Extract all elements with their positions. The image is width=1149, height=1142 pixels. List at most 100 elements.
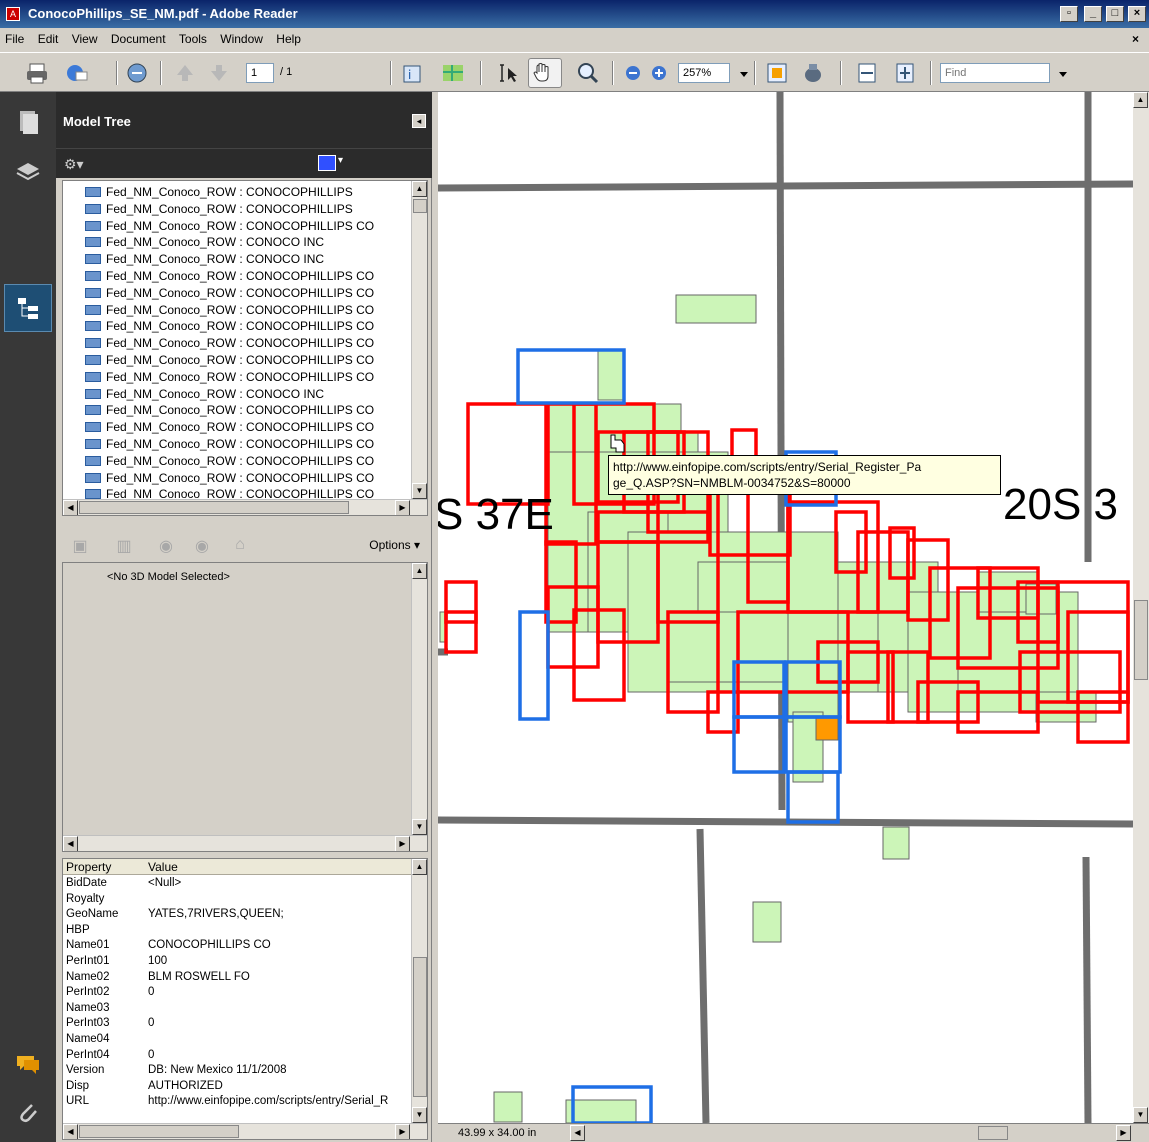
model-horizontal-scrollbar[interactable]: ◀ ▶ [63,835,427,851]
canvas-vertical-scrollbar[interactable]: ▲ ▼ [1133,92,1149,1123]
scroll-down-icon[interactable]: ▼ [412,1107,427,1123]
lease-parcel-highlight[interactable] [815,717,839,741]
menu-window[interactable]: Window [215,28,268,50]
property-column-header[interactable]: Property [66,860,111,874]
road-line[interactable] [438,816,1133,828]
scroll-down-icon[interactable]: ▼ [412,819,427,835]
road-line[interactable] [776,92,786,811]
close-button[interactable]: × [1128,6,1146,22]
tree-item[interactable]: Fed_NM_Conoco_ROW : CONOCOPHILLIPS CO [85,370,374,386]
tree-item[interactable]: Fed_NM_Conoco_ROW : CONOCOPHILLIPS CO [85,269,374,285]
tree-item[interactable]: Fed_NM_Conoco_ROW : CONOCOPHILLIPS CO [85,403,374,419]
zoom-level-input[interactable] [678,63,730,83]
scroll-thumb[interactable] [413,199,427,213]
lease-parcel[interactable] [752,901,782,943]
tree-item[interactable]: Fed_NM_Conoco_ROW : CONOCOPHILLIPS CO [85,471,374,487]
menu-view[interactable]: View [67,28,103,50]
road-line[interactable] [438,180,1133,192]
tree-item[interactable]: Fed_NM_Conoco_ROW : CONOCOPHILLIPS [85,202,353,218]
email-icon[interactable] [64,60,90,86]
lease-parcel[interactable] [597,349,626,401]
find-dropdown-icon[interactable] [1050,60,1067,86]
select-tool-icon[interactable] [494,60,520,86]
scroll-left-icon[interactable]: ◀ [63,836,78,851]
map-drawing[interactable]: S 37E 20S 3 [438,92,1133,1123]
scroll-right-icon[interactable]: ▶ [1116,1125,1131,1141]
lease-parcel[interactable] [565,1099,637,1123]
scroll-thumb[interactable] [79,501,349,514]
value-column-header[interactable]: Value [148,860,178,874]
scroll-thumb[interactable] [978,1126,1008,1140]
previous-page-icon[interactable] [172,60,198,86]
blue-lease-outline[interactable] [518,610,550,721]
menu-help[interactable]: Help [271,28,306,50]
lease-parcel[interactable] [1035,691,1097,723]
scroll-up-icon[interactable]: ▲ [1133,92,1148,108]
pages-icon[interactable] [14,108,42,136]
tree-item[interactable]: Fed_NM_Conoco_ROW : CONOCOPHILLIPS CO [85,303,374,319]
zoom-tool-icon[interactable] [574,60,600,86]
properties-vertical-scrollbar[interactable]: ▲ ▼ [411,859,427,1123]
tree-item[interactable]: Fed_NM_Conoco_ROW : CONOCOPHILLIPS CO [85,437,374,453]
tree-item[interactable]: Fed_NM_Conoco_ROW : CONOCOPHILLIPS CO [85,336,374,352]
scroll-up-icon[interactable]: ▲ [412,859,427,875]
scroll-up-icon[interactable]: ▲ [412,563,427,579]
menu-file[interactable]: File [0,28,29,50]
gear-icon[interactable]: ⚙▾ [64,156,84,173]
scroll-down-icon[interactable]: ▼ [412,483,427,499]
tree-item[interactable]: Fed_NM_Conoco_ROW : CONOCO INC [85,252,324,268]
zoom-out-icon[interactable] [620,60,646,86]
3d-info-icon[interactable]: i [400,60,426,86]
page-number-input[interactable] [246,63,274,83]
tree-vertical-scrollbar[interactable]: ▲ ▼ [411,181,427,499]
lease-parcel[interactable] [882,826,910,860]
previous-view-icon[interactable]: ◉ [156,536,176,556]
import-icon[interactable]: ▣ [70,536,90,556]
home-icon[interactable]: ⌂ [230,536,250,556]
scroll-thumb[interactable] [79,1125,239,1138]
scroll-left-icon[interactable]: ◀ [570,1125,585,1141]
next-page-icon[interactable] [206,60,232,86]
minimize-button[interactable]: _ [1084,6,1102,22]
scroll-up-icon[interactable]: ▲ [412,181,427,197]
scroll-thumb[interactable] [1134,600,1148,680]
lease-parcel[interactable] [493,1091,523,1123]
tree-item[interactable]: Fed_NM_Conoco_ROW : CONOCOPHILLIPS CO [85,353,374,369]
properties-horizontal-scrollbar[interactable]: ◀ ▶ [63,1123,427,1139]
model-vertical-scrollbar[interactable]: ▲ ▼ [411,563,427,835]
geospatial-icon[interactable] [440,60,466,86]
road-line[interactable] [1082,856,1092,1123]
red-lease-outline[interactable] [466,402,550,506]
tree-item[interactable]: Fed_NM_Conoco_ROW : CONOCOPHILLIPS CO [85,319,374,335]
scroll-down-icon[interactable]: ▼ [1133,1107,1148,1123]
red-lease-outline[interactable] [444,580,478,624]
attachments-icon[interactable] [14,1098,42,1126]
scroll-left-icon[interactable]: ◀ [63,500,78,515]
find-input[interactable] [940,63,1050,83]
layers-icon[interactable] [14,158,42,186]
read-out-icon[interactable] [800,60,826,86]
next-view-icon[interactable]: ◉ [192,536,212,556]
hand-tool-icon[interactable] [528,58,562,88]
comments-icon[interactable] [14,1050,42,1078]
tree-item[interactable]: Fed_NM_Conoco_ROW : CONOCOPHILLIPS CO [85,219,374,235]
print-icon[interactable] [24,60,50,86]
menu-document[interactable]: Document [106,28,171,50]
scroll-left-icon[interactable]: ◀ [63,1124,78,1139]
delete-icon[interactable]: ▥ [114,536,134,556]
tree-item[interactable]: Fed_NM_Conoco_ROW : CONOCOPHILLIPS [85,185,353,201]
road-line[interactable] [696,828,710,1123]
lease-map[interactable]: S 37E 20S 3 http://www.einfopipe.com/scri… [438,92,1133,1123]
tree-item[interactable]: Fed_NM_Conoco_ROW : CONOCOPHILLIPS CO [85,454,374,470]
red-lease-outline[interactable] [444,610,478,654]
options-button[interactable]: Options ▾ [369,538,420,552]
tree-item[interactable]: Fed_NM_Conoco_ROW : CONOCO INC [85,387,324,403]
menu-edit[interactable]: Edit [33,28,64,50]
menu-tools[interactable]: Tools [174,28,212,50]
scroll-thumb[interactable] [413,957,427,1097]
fit-width-icon[interactable] [854,60,880,86]
collaborate-icon[interactable] [124,60,150,86]
full-screen-icon[interactable] [892,60,918,86]
lease-parcel[interactable] [675,294,757,324]
fit-page-icon[interactable] [764,60,790,86]
